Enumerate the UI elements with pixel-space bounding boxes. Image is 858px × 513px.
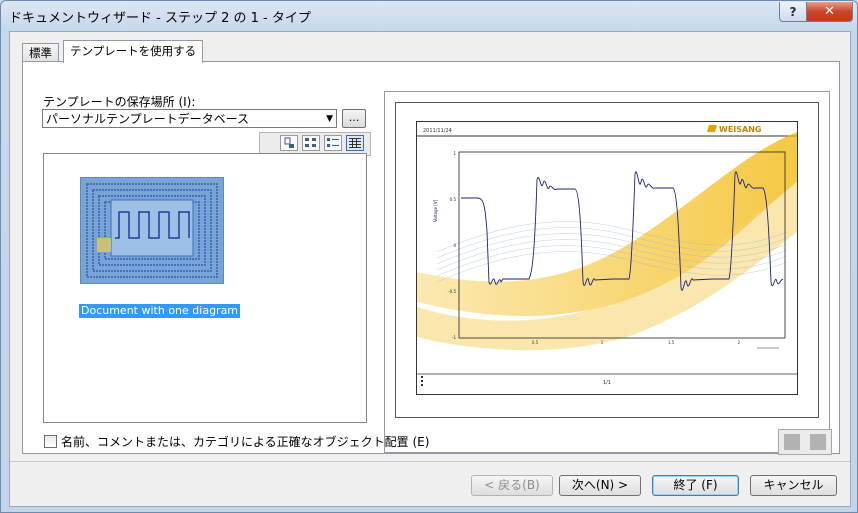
details-icon[interactable] [346, 135, 364, 151]
button-separator [10, 461, 850, 462]
preview-logo-text: WEISANG [719, 125, 761, 134]
preview-date: 2011/11/24 [423, 128, 452, 134]
browse-button[interactable]: ... [342, 109, 366, 128]
x-tick-label: 1 [601, 340, 604, 345]
template-item-label[interactable]: Document with one diagram [79, 304, 241, 318]
tab-panel-use-template: テンプレートの保存場所 (I): パーソナルテンプレートデータベース ▼ ... [22, 61, 840, 454]
next-button[interactable]: 次へ(N) > [559, 475, 641, 496]
y-tick-label: 0 [453, 243, 456, 248]
precise-placement-label: 名前、コメントまたは、カテゴリによる正確なオブジェクト配置 (E) [61, 435, 430, 449]
x-tick-label: 0.5 [532, 340, 539, 345]
close-button[interactable]: ✕ [806, 2, 853, 22]
large-icons-icon[interactable] [280, 135, 298, 151]
precise-placement-checkbox[interactable] [44, 435, 57, 448]
help-button[interactable]: ? [779, 2, 807, 22]
next-page-icon[interactable] [810, 434, 826, 450]
y-tick-label: 1 [453, 151, 456, 156]
preview-background-waves [417, 132, 797, 351]
preview-chart: 2011/11/24 WEISANG Voltage [V] 1 0.5 0 -… [417, 125, 797, 386]
help-icon: ? [789, 4, 797, 19]
back-button[interactable]: < 戻る(B) [471, 475, 553, 496]
title-bar: ドキュメントウィザード - ステップ 2 の 1 - タイプ ? ✕ [1, 1, 857, 31]
x-tick-label: 2 [738, 340, 741, 345]
small-icons-icon[interactable] [302, 135, 320, 151]
preview-footer-marks [421, 376, 423, 386]
template-location-value: パーソナルテンプレートデータベース [46, 112, 250, 126]
template-location-select[interactable]: パーソナルテンプレートデータベース ▼ [42, 109, 337, 128]
preview-logo: WEISANG [707, 125, 761, 134]
finish-button[interactable]: 終了 (F) [652, 475, 739, 496]
y-tick-label: -0.5 [448, 289, 456, 294]
template-preview: 2011/11/24 WEISANG Voltage [V] 1 0.5 0 -… [384, 91, 830, 453]
preview-page: 2011/11/24 WEISANG Voltage [V] 1 0.5 0 -… [395, 102, 819, 418]
template-thumbnail-graphic [81, 178, 223, 283]
cancel-button[interactable]: キャンセル [750, 475, 837, 496]
previous-page-icon[interactable] [784, 434, 800, 450]
precise-placement-option[interactable]: 名前、コメントまたは、カテゴリによる正確なオブジェクト配置 (E) [44, 433, 429, 450]
tab-standard[interactable]: 標準 [22, 43, 59, 62]
chevron-down-icon: ▼ [326, 114, 333, 124]
wizard-client-area: 標準 テンプレートを使用する テンプレートの保存場所 (I): パーソナルテンプ… [9, 31, 851, 507]
template-thumbnail[interactable] [80, 177, 224, 284]
document-wizard-window: ドキュメントウィザード - ステップ 2 の 1 - タイプ ? ✕ 標準 テン… [0, 0, 858, 513]
y-tick-label: 0.5 [450, 197, 457, 202]
window-title: ドキュメントウィザード - ステップ 2 の 1 - タイプ [9, 11, 311, 26]
close-icon: ✕ [824, 4, 835, 19]
tab-use-template[interactable]: テンプレートを使用する [63, 40, 204, 63]
y-tick-label: -1 [452, 335, 456, 340]
preview-page-content: 2011/11/24 WEISANG Voltage [V] 1 0.5 0 -… [416, 121, 798, 395]
preview-page-number: 1/1 [603, 380, 611, 386]
x-tick-label: 1.5 [668, 340, 675, 345]
template-list[interactable]: Document with one diagram [43, 153, 367, 423]
y-axis-label: Voltage [V] [433, 199, 438, 222]
list-icon[interactable] [324, 135, 342, 151]
preview-navigation [778, 429, 832, 455]
template-location-label: テンプレートの保存場所 (I): [43, 95, 196, 109]
